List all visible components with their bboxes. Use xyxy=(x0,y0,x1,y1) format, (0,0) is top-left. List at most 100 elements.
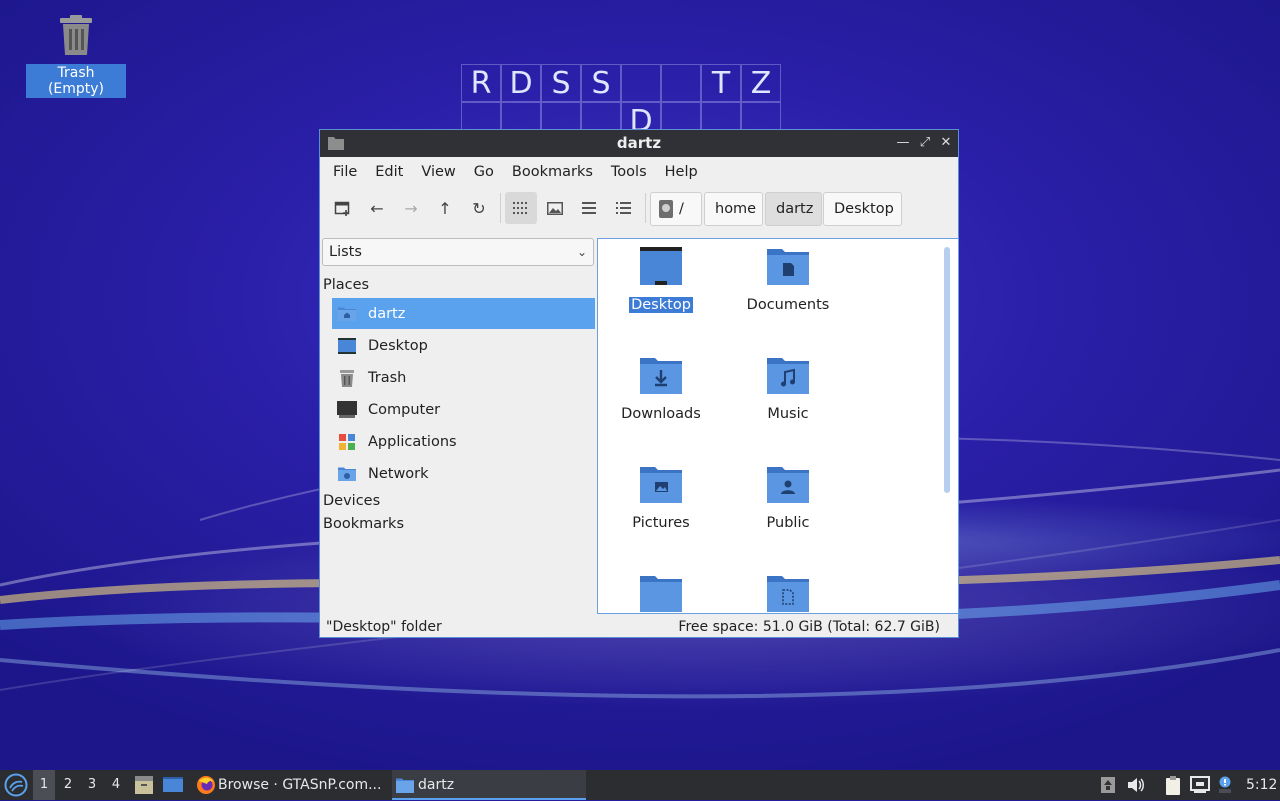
bookmarks-header[interactable]: Bookmarks xyxy=(323,516,404,532)
maximize-icon[interactable]: ⤢ xyxy=(916,134,934,152)
place-trash[interactable]: Trash xyxy=(332,362,595,393)
desktop-icon xyxy=(163,777,183,792)
menu-view[interactable]: View xyxy=(412,164,464,180)
folder-item-desktop[interactable]: Desktop xyxy=(601,247,721,313)
workspace-3[interactable]: 3 xyxy=(81,770,103,800)
place-label: Desktop xyxy=(368,337,428,354)
sidebar: Lists ⌄ Places dartz Desktop Trash Compu… xyxy=(320,231,596,613)
folder-item-public[interactable]: Public xyxy=(728,465,848,531)
task-browser[interactable]: Browse · GTASnP.com... xyxy=(192,770,388,800)
file-manager-launcher[interactable] xyxy=(134,775,154,799)
task-dartz[interactable]: dartz xyxy=(392,770,586,800)
info-icon xyxy=(1219,776,1231,793)
place-dartz[interactable]: dartz xyxy=(332,298,595,329)
volume-icon xyxy=(1128,778,1144,792)
menu-go[interactable]: Go xyxy=(465,164,503,180)
arrow-left-icon: ← xyxy=(370,198,384,218)
clipboard-icon xyxy=(1166,776,1180,795)
breadcrumb-home[interactable]: home xyxy=(704,192,763,226)
place-label: dartz xyxy=(368,305,406,322)
grid-cell: T xyxy=(701,64,741,102)
trash-icon xyxy=(336,367,358,389)
devices-header[interactable]: Devices xyxy=(323,493,380,509)
taskbar: 1 2 3 4 Browse · GTASnP.com... dartz 5:1… xyxy=(0,770,1280,800)
place-computer[interactable]: Computer xyxy=(332,394,595,425)
scrollbar[interactable] xyxy=(944,247,950,493)
folder-item-pictures[interactable]: Pictures xyxy=(601,465,721,531)
home-folder-icon xyxy=(336,303,358,325)
breadcrumb-desktop[interactable]: Desktop xyxy=(823,192,902,226)
toolbar: ← → ↑ ↻ / home dartz Desktop xyxy=(320,187,958,231)
show-desktop-button[interactable] xyxy=(162,775,184,799)
compact-view-button[interactable] xyxy=(573,192,605,224)
breadcrumb-root[interactable]: / xyxy=(650,192,702,226)
pictures-folder-icon xyxy=(601,465,721,509)
item-label: Documents xyxy=(746,297,830,313)
grid-cell xyxy=(621,64,661,102)
task-label: Browse · GTASnP.com... xyxy=(218,777,382,793)
status-bar: "Desktop" folder Free space: 51.0 GiB (T… xyxy=(320,616,958,638)
workspace-1[interactable]: 1 xyxy=(33,770,55,800)
workspace-2[interactable]: 2 xyxy=(57,770,79,800)
file-cabinet-icon xyxy=(135,776,153,794)
place-network[interactable]: Network xyxy=(332,458,595,489)
music-folder-icon xyxy=(728,356,848,400)
workspace-4[interactable]: 4 xyxy=(105,770,127,800)
desktop-trash[interactable]: Trash (Empty) xyxy=(26,14,126,98)
clock[interactable]: 5:12 xyxy=(1246,770,1277,800)
menu-edit[interactable]: Edit xyxy=(366,164,412,180)
place-desktop[interactable]: Desktop xyxy=(332,330,595,361)
detailed-view-button[interactable] xyxy=(607,192,639,224)
tray-volume[interactable] xyxy=(1126,775,1146,795)
place-label: Network xyxy=(368,465,429,482)
status-free-space: Free space: 51.0 GiB (Total: 62.7 GiB) xyxy=(678,619,940,635)
sidebar-mode-select[interactable]: Lists ⌄ xyxy=(322,238,594,266)
close-icon[interactable]: ✕ xyxy=(937,134,955,152)
places-header[interactable]: Places xyxy=(323,277,369,293)
folder-item[interactable] xyxy=(601,574,721,613)
tray-clipboard[interactable] xyxy=(1163,775,1183,795)
computer-icon xyxy=(336,399,358,421)
back-button[interactable]: ← xyxy=(361,192,393,224)
update-icon xyxy=(1101,777,1115,793)
place-label: Computer xyxy=(368,401,441,418)
item-label: Desktop xyxy=(629,297,693,313)
folder-icon xyxy=(396,778,414,793)
up-button[interactable]: ↑ xyxy=(429,192,461,224)
arrow-right-icon: → xyxy=(404,198,418,218)
tray-update[interactable] xyxy=(1098,775,1118,795)
new-tab-button[interactable] xyxy=(327,192,359,224)
file-manager-window: dartz — ⤢ ✕ File Edit View Go Bookmarks … xyxy=(319,129,959,638)
trash-icon xyxy=(60,15,92,55)
minimize-icon[interactable]: — xyxy=(894,134,912,152)
tray-network[interactable] xyxy=(1190,775,1210,795)
menu-bookmarks[interactable]: Bookmarks xyxy=(503,164,602,180)
menu-help[interactable]: Help xyxy=(656,164,707,180)
new-tab-icon xyxy=(334,201,350,216)
grid-cell: D xyxy=(501,64,541,102)
place-applications[interactable]: Applications xyxy=(332,426,595,457)
reload-icon: ↻ xyxy=(472,198,486,218)
folder-item-downloads[interactable]: Downloads xyxy=(601,356,721,422)
thumbnail-view-button[interactable] xyxy=(539,192,571,224)
menu-bar: File Edit View Go Bookmarks Tools Help xyxy=(320,157,958,187)
menu-file[interactable]: File xyxy=(324,164,366,180)
folder-item-documents[interactable]: Documents xyxy=(728,247,848,313)
forward-button[interactable]: → xyxy=(395,192,427,224)
menu-tools[interactable]: Tools xyxy=(602,164,656,180)
desktop-folder-icon xyxy=(601,247,721,291)
status-selection: "Desktop" folder xyxy=(326,619,442,635)
title-bar[interactable]: dartz — ⤢ ✕ xyxy=(320,130,958,157)
grid-cell: S xyxy=(541,64,581,102)
reload-button[interactable]: ↻ xyxy=(463,192,495,224)
folder-item-music[interactable]: Music xyxy=(728,356,848,422)
item-label: Public xyxy=(766,515,810,531)
start-menu-button[interactable] xyxy=(4,773,28,801)
toolbar-separator xyxy=(500,193,501,223)
breadcrumb-dartz[interactable]: dartz xyxy=(765,192,822,226)
folder-item-templates[interactable] xyxy=(728,574,848,613)
lubuntu-logo-icon xyxy=(4,773,28,797)
file-view[interactable]: Desktop Documents Downloads Music Pictur… xyxy=(597,238,959,614)
tray-notification[interactable] xyxy=(1215,775,1235,795)
icon-view-button[interactable] xyxy=(505,192,537,224)
